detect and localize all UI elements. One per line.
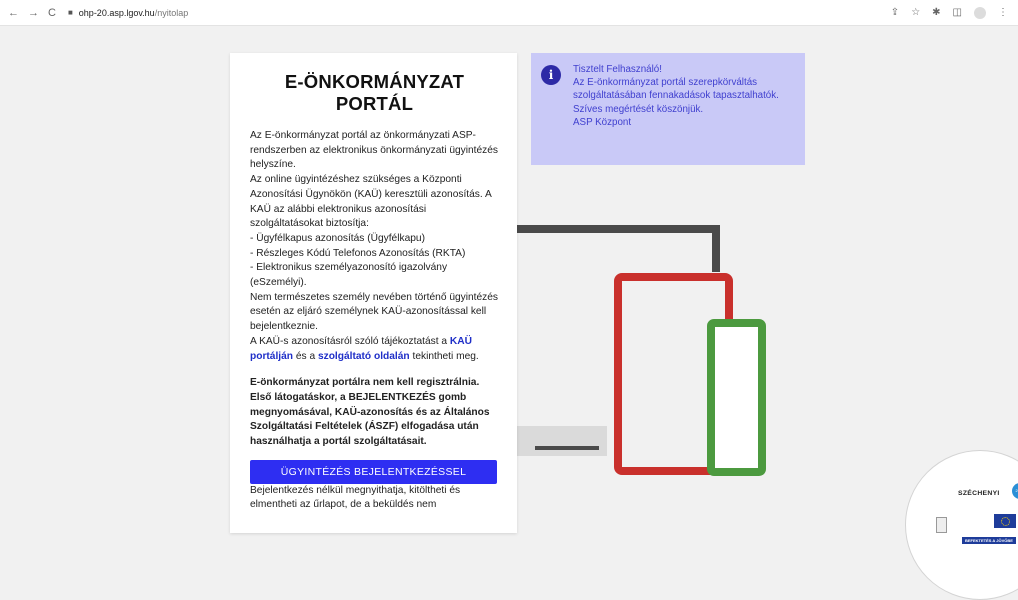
badge-title: SZÉCHENYI: [958, 490, 1000, 497]
extensions-icon[interactable]: ✱: [932, 7, 940, 18]
coat-of-arms-icon: [936, 517, 947, 533]
sidepanel-icon[interactable]: ◫: [953, 7, 962, 18]
browser-actions: ⇪ ☆ ✱ ◫ ⋮: [891, 6, 1018, 19]
lock-icon[interactable]: ■: [68, 8, 73, 17]
no-login-text: Bejelentkezés nélkül megnyithatja, kitöl…: [250, 484, 461, 511]
card-body: Az E-önkormányzat portál az önkormányzat…: [250, 129, 499, 450]
portal-card: E-ÖNKORMÁNYZAT PORTÁL Az E-önkormányzat …: [230, 53, 517, 533]
notice-line: Tisztelt Felhasználó!: [573, 64, 662, 75]
kau-text: Az online ügyintézéshez szükséges a Közp…: [250, 174, 492, 230]
forward-icon[interactable]: →: [28, 7, 39, 19]
browser-nav: ← → C: [0, 7, 56, 19]
url-host: ohp-20.asp.lgov.hu: [78, 7, 155, 18]
star-icon[interactable]: ☆: [911, 7, 920, 18]
notice-line: ASP Központ: [573, 116, 632, 128]
page-title: E-ÖNKORMÁNYZAT PORTÁL: [284, 71, 465, 114]
info-text: A KAÜ-s azonosításról szóló tájékoztatás…: [250, 335, 479, 362]
profile-avatar[interactable]: [974, 6, 986, 19]
badge-year: 2020: [1012, 483, 1018, 499]
notice-line: Szíves megértését köszönjük.: [573, 103, 704, 115]
notice-line: Az E-önkormányzat portál szerepkörváltás…: [573, 77, 779, 102]
share-icon[interactable]: ⇪: [891, 7, 899, 18]
service-item: - Részleges Kódú Telefonos Azonosítás (R…: [250, 247, 466, 259]
szechenyi-badge[interactable]: SZÉCHENYI 2020 BEFEKTETÉS A JÖVŐBE: [905, 450, 1018, 600]
login-button[interactable]: ÜGYINTÉZÉS BEJELENTKEZÉSSEL: [250, 459, 497, 484]
notice-box: i Tisztelt Felhasználó! Az E-önkormányza…: [531, 53, 805, 165]
browser-toolbar: ← → C ■ ohp-20.asp.lgov.hu/nyitolap ⇪ ☆ …: [0, 0, 1018, 26]
url-path: /nyitolap: [154, 7, 189, 18]
service-item: - Elektronikus személyazonosító igazolvá…: [250, 262, 448, 289]
service-item: - Ügyfélkapus azonosítás (Ügyfélkapu): [250, 232, 425, 244]
provider-link[interactable]: szolgáltató oldalán: [318, 351, 410, 362]
tablet-device: [614, 273, 733, 475]
laptop-slot: [535, 446, 599, 450]
reload-icon[interactable]: C: [48, 7, 56, 19]
non-natural-text: Nem természetes személy nevében történő …: [250, 291, 499, 333]
badge-slogan: BEFEKTETÉS A JÖVŐBE: [962, 537, 1016, 544]
address-bar[interactable]: ■ ohp-20.asp.lgov.hu/nyitolap: [68, 8, 188, 18]
page-content: E-ÖNKORMÁNYZAT PORTÁL Az E-önkormányzat …: [0, 26, 1018, 600]
menu-icon[interactable]: ⋮: [998, 7, 1008, 18]
back-icon[interactable]: ←: [8, 7, 19, 19]
registration-note: E-önkormányzat portálra nem kell regiszt…: [250, 377, 490, 448]
info-icon: i: [541, 65, 561, 85]
laptop-base: [517, 426, 607, 456]
intro-text: Az E-önkormányzat portál az önkormányzat…: [250, 130, 499, 171]
phone-device: [707, 319, 766, 476]
